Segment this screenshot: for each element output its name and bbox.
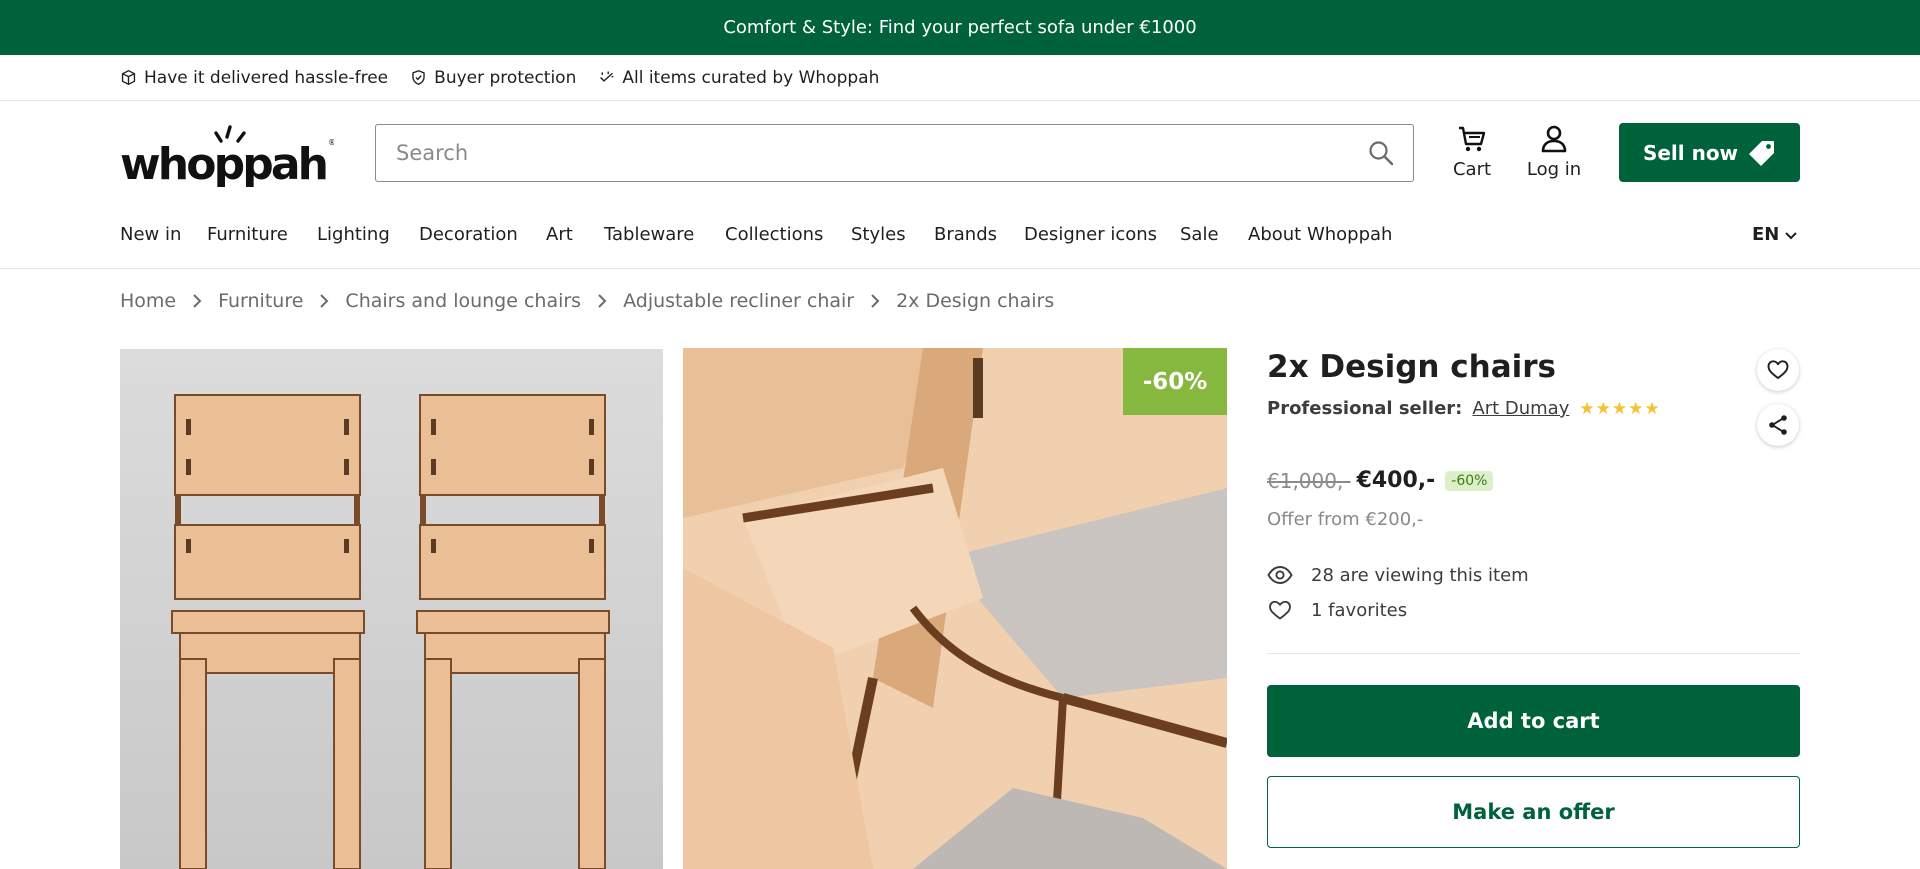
- search-icon[interactable]: [1367, 139, 1395, 167]
- breadcrumb-recliner[interactable]: Adjustable recliner chair: [623, 290, 854, 312]
- usp-label: Have it delivered hassle-free: [144, 67, 389, 88]
- breadcrumb: Home Furniture Chairs and lounge chairs …: [120, 290, 1054, 312]
- user-icon: [1541, 125, 1567, 153]
- chevron-right-icon: [193, 294, 202, 308]
- add-to-cart-button[interactable]: Add to cart: [1267, 685, 1800, 757]
- nav-item-brands[interactable]: Brands: [934, 224, 997, 245]
- seller-rating: ★★★★★: [1579, 398, 1661, 419]
- sell-now-button[interactable]: Sell now: [1619, 123, 1800, 182]
- divider: [1267, 653, 1800, 654]
- promo-text: Comfort & Style: Find your perfect sofa …: [723, 17, 1197, 38]
- site-header: whoppah ® Cart Log in Sell now: [0, 101, 1920, 205]
- language-selector[interactable]: EN: [1752, 224, 1798, 245]
- search-bar[interactable]: [375, 124, 1414, 182]
- nav-item-tableware[interactable]: Tableware: [604, 224, 694, 245]
- nav-item-new-in[interactable]: New in: [120, 224, 181, 245]
- price-tag-icon: [1749, 140, 1775, 166]
- seller-label: Professional seller:: [1267, 398, 1463, 419]
- nav-item-lighting[interactable]: Lighting: [317, 224, 390, 245]
- cart-label: Cart: [1452, 159, 1492, 180]
- heart-icon: [1767, 360, 1789, 379]
- chevron-right-icon: [320, 294, 329, 308]
- favorites-text: 1 favorites: [1311, 599, 1408, 621]
- breadcrumb-current: 2x Design chairs: [896, 290, 1055, 312]
- cart-icon: [1459, 126, 1486, 152]
- nav-item-sale[interactable]: Sale: [1180, 224, 1219, 245]
- seller-info: Professional seller: Art Dumay ★★★★★: [1267, 398, 1661, 419]
- language-label: EN: [1752, 224, 1780, 245]
- discount-badge: -60%: [1445, 470, 1494, 491]
- nav-item-about[interactable]: About Whoppah: [1248, 224, 1392, 245]
- product-photo-front[interactable]: [120, 349, 663, 869]
- viewers-text: 28 are viewing this item: [1311, 564, 1529, 586]
- make-offer-label: Make an offer: [1452, 800, 1615, 824]
- chevron-right-icon: [871, 294, 880, 308]
- seller-link[interactable]: Art Dumay: [1472, 398, 1569, 419]
- usp-delivery: Have it delivered hassle-free: [120, 68, 388, 88]
- product-photo-detail[interactable]: [683, 348, 1227, 869]
- nav-item-decoration[interactable]: Decoration: [419, 224, 518, 245]
- product-title: 2x Design chairs: [1267, 349, 1556, 385]
- nav-item-styles[interactable]: Styles: [851, 224, 906, 245]
- cart-button[interactable]: Cart: [1450, 123, 1494, 180]
- nav-item-furniture[interactable]: Furniture: [207, 224, 288, 245]
- favorite-button[interactable]: [1757, 349, 1799, 391]
- nav-item-collections[interactable]: Collections: [725, 224, 823, 245]
- usp-bar: Have it delivered hassle-free Buyer prot…: [0, 55, 1920, 101]
- viewers-stat: 28 are viewing this item: [1267, 564, 1529, 586]
- main-nav: New in Furniture Lighting Decoration Art…: [0, 205, 1920, 269]
- original-price: €1,000,-: [1267, 468, 1351, 493]
- share-button[interactable]: [1757, 404, 1799, 446]
- usp-label: All items curated by Whoppah: [622, 67, 880, 88]
- search-input[interactable]: [396, 141, 1367, 165]
- box-icon: [121, 70, 136, 85]
- nav-item-art[interactable]: Art: [546, 224, 573, 245]
- breadcrumb-home[interactable]: Home: [120, 290, 176, 312]
- add-to-cart-label: Add to cart: [1467, 709, 1600, 733]
- share-icon: [1769, 415, 1787, 435]
- image-discount-badge: -60%: [1123, 348, 1227, 415]
- chevron-right-icon: [598, 294, 607, 308]
- make-offer-button[interactable]: Make an offer: [1267, 776, 1800, 848]
- price-row: €1,000,- €400,- -60%: [1267, 468, 1494, 493]
- usp-curated: All items curated by Whoppah: [598, 68, 879, 88]
- eye-icon: [1267, 566, 1293, 584]
- svg-text:®: ®: [328, 138, 334, 147]
- chevron-down-icon: [1785, 231, 1798, 239]
- whoppah-logo[interactable]: whoppah ®: [120, 123, 336, 190]
- breadcrumb-chairs[interactable]: Chairs and lounge chairs: [345, 290, 581, 312]
- breadcrumb-furniture[interactable]: Furniture: [218, 290, 303, 312]
- favorites-stat: 1 favorites: [1267, 599, 1407, 621]
- usp-label: Buyer protection: [434, 67, 577, 88]
- sell-now-label: Sell now: [1642, 140, 1739, 165]
- offer-from-text: Offer from €200,-: [1267, 509, 1424, 530]
- svg-text:whoppah: whoppah: [120, 139, 328, 187]
- sparkle-check-icon: [600, 71, 614, 82]
- shield-check-icon: [412, 70, 425, 85]
- current-price: €400,-: [1356, 468, 1436, 493]
- login-label: Log in: [1526, 159, 1582, 180]
- nav-item-designer-icons[interactable]: Designer icons: [1024, 224, 1157, 245]
- usp-protection: Buyer protection: [410, 68, 576, 88]
- heart-icon: [1269, 600, 1291, 620]
- promo-banner[interactable]: Comfort & Style: Find your perfect sofa …: [0, 0, 1920, 55]
- login-button[interactable]: Log in: [1526, 123, 1582, 180]
